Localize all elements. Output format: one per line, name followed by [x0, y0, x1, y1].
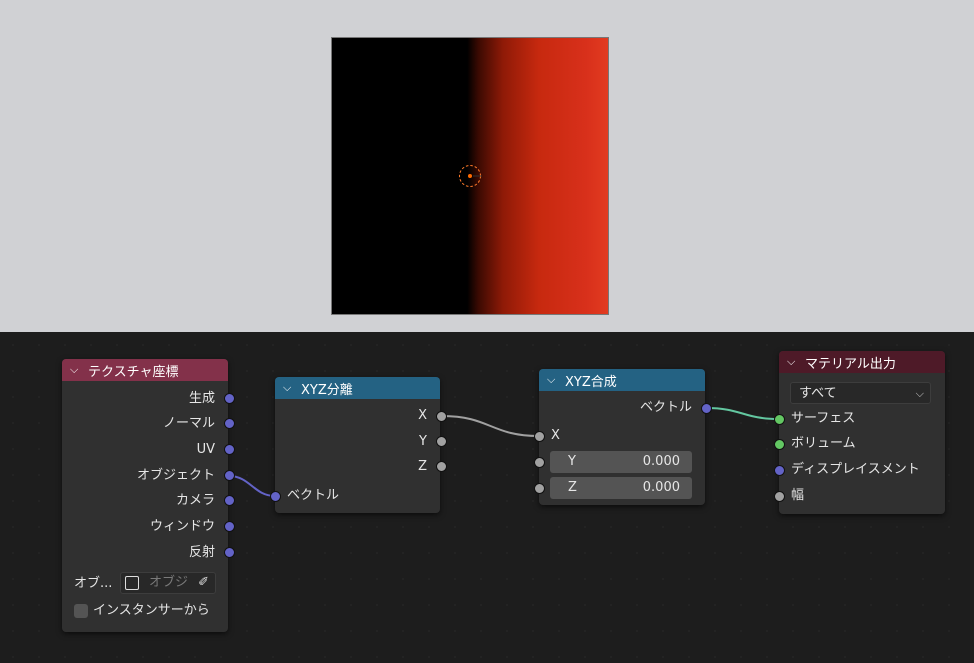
input-surface-label: サーフェス: [791, 411, 856, 426]
socket-sep-x[interactable]: [436, 411, 447, 422]
node-material-output[interactable]: ⌵ マテリアル出力 すべて ⌵ サーフェス ボリューム ディスプレイスメント 幅: [779, 351, 945, 514]
output-y-label: Y: [419, 434, 427, 449]
output-x-label: X: [418, 408, 427, 423]
input-vector-label: ベクトル: [287, 488, 340, 503]
instancer-checkbox[interactable]: [74, 604, 88, 618]
output-generated-label: 生成: [188, 391, 215, 406]
node-material-output-header[interactable]: ⌵ マテリアル出力: [779, 351, 945, 373]
z-field-value: 0.000: [642, 480, 680, 495]
output-object-label: オブジェクト: [136, 468, 215, 483]
output-reflection-label: 反射: [188, 545, 215, 560]
socket-uv[interactable]: [224, 444, 235, 455]
socket-surface[interactable]: [774, 414, 785, 425]
chevron-down-icon[interactable]: ⌵: [70, 363, 84, 377]
output-window-label: ウィンドウ: [149, 519, 215, 534]
node-title: マテリアル出力: [805, 356, 896, 372]
object-field[interactable]: オブジ ✐: [120, 572, 216, 594]
node-texture-coordinate-header[interactable]: ⌵ テクスチャ座標: [62, 359, 228, 381]
socket-normal[interactable]: [224, 418, 235, 429]
socket-sep-y[interactable]: [436, 436, 447, 447]
socket-sep-z[interactable]: [436, 461, 447, 472]
socket-width[interactable]: [774, 491, 785, 502]
chevron-down-icon[interactable]: ⌵: [547, 373, 561, 387]
input-volume-label: ボリューム: [791, 436, 856, 451]
target-dropdown-value: すべて: [799, 386, 837, 401]
node-title: XYZ分離: [301, 382, 353, 398]
input-x-label: X: [551, 428, 560, 443]
socket-camera[interactable]: [224, 495, 235, 506]
object-origin-icon: [459, 165, 482, 187]
output-normal-label: ノーマル: [162, 416, 215, 431]
chevron-down-icon[interactable]: ⌵: [787, 355, 801, 369]
input-width-label: 幅: [791, 488, 805, 503]
node-title: テクスチャ座標: [88, 364, 179, 380]
object-cube-icon: [125, 576, 139, 590]
output-vector-label: ベクトル: [639, 400, 692, 415]
instancer-label: インスタンサーから: [93, 603, 210, 618]
z-value-field[interactable]: Z 0.000: [550, 477, 692, 499]
z-field-label: Z: [568, 480, 577, 495]
node-combine-xyz-header[interactable]: ⌵ XYZ合成: [539, 369, 705, 391]
output-camera-label: カメラ: [175, 493, 215, 508]
node-separate-xyz[interactable]: ⌵ XYZ分離 X Y Z ベクトル: [275, 377, 440, 513]
socket-window[interactable]: [224, 521, 235, 532]
y-field-label: Y: [568, 454, 576, 469]
socket-comb-x[interactable]: [534, 431, 545, 442]
object-field-label: オブ...: [74, 576, 113, 591]
socket-displacement[interactable]: [774, 465, 785, 476]
input-displacement-label: ディスプレイスメント: [791, 462, 920, 477]
socket-object[interactable]: [224, 470, 235, 481]
socket-comb-y[interactable]: [534, 457, 545, 468]
output-uv-label: UV: [196, 442, 215, 457]
eyedropper-icon[interactable]: ✐: [198, 573, 209, 593]
chevron-down-icon: ⌵: [915, 387, 924, 400]
node-combine-xyz[interactable]: ⌵ XYZ合成 ベクトル X Y 0.000 Z 0.000: [539, 369, 705, 505]
3d-viewport[interactable]: [0, 0, 974, 332]
node-title: XYZ合成: [565, 374, 617, 390]
node-separate-xyz-header[interactable]: ⌵ XYZ分離: [275, 377, 440, 399]
object-field-placeholder: オブジ: [149, 575, 189, 590]
socket-generated[interactable]: [224, 393, 235, 404]
y-value-field[interactable]: Y 0.000: [550, 451, 692, 473]
socket-volume[interactable]: [774, 439, 785, 450]
socket-sep-vector-in[interactable]: [270, 491, 281, 502]
node-texture-coordinate[interactable]: ⌵ テクスチャ座標 生成 ノーマル UV オブジェクト カメラ ウィンドウ 反射…: [62, 359, 228, 632]
chevron-down-icon[interactable]: ⌵: [283, 381, 297, 395]
target-dropdown[interactable]: すべて ⌵: [790, 382, 931, 404]
socket-reflection[interactable]: [224, 547, 235, 558]
y-field-value: 0.000: [642, 454, 680, 469]
socket-comb-z[interactable]: [534, 483, 545, 494]
output-z-label: Z: [418, 459, 427, 474]
socket-comb-vector-out[interactable]: [701, 403, 712, 414]
